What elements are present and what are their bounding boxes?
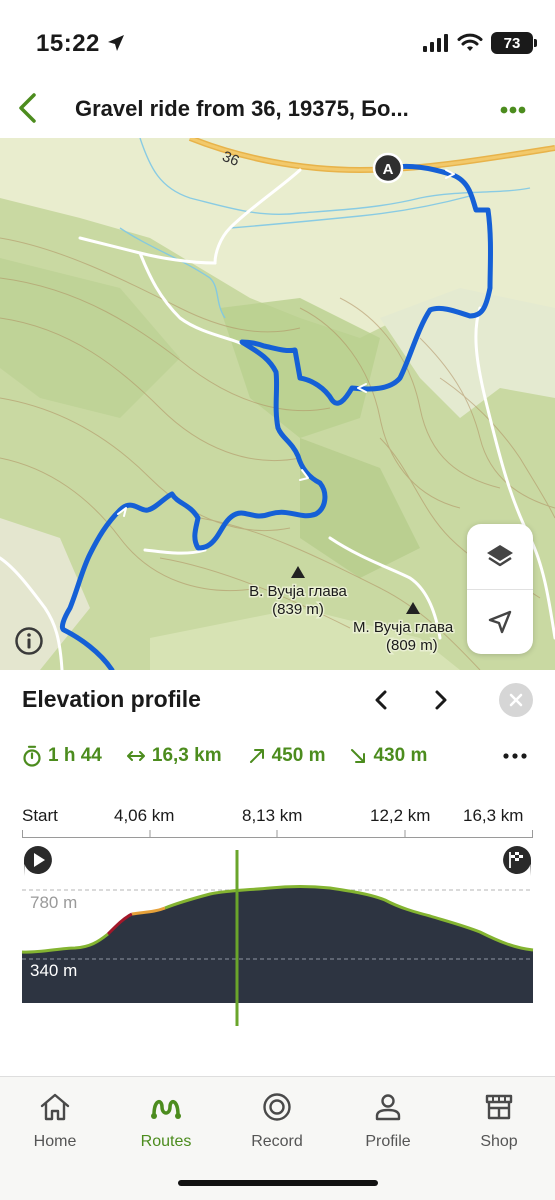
tab-record[interactable]: Record — [227, 1089, 327, 1159]
chevron-left-icon — [19, 93, 36, 123]
axis-ticks — [22, 830, 533, 838]
tab-shop[interactable]: Shop — [449, 1089, 549, 1159]
battery-level: 73 — [503, 34, 521, 52]
elevation-label-top: 780 m — [30, 893, 78, 912]
signal-icon — [423, 34, 448, 52]
chevron-left-icon — [375, 690, 387, 710]
stats-more-button[interactable] — [498, 744, 532, 768]
wifi-icon — [457, 33, 483, 51]
tab-routes-label: Routes — [140, 1133, 192, 1150]
route-title: Gravel ride from 36, 19375, Бо... — [75, 96, 409, 121]
km-label-8: 8,13 km — [242, 806, 303, 825]
map-info-button[interactable] — [14, 626, 44, 656]
layers-icon — [487, 544, 513, 566]
descent-stat: 430 m — [349, 745, 427, 767]
elevation-panel-title: Elevation profile — [22, 686, 201, 712]
svg-text:М. Вучја глава: М. Вучја глава — [353, 619, 454, 636]
status-bar: 15:22 73 — [0, 0, 555, 80]
elevation-profile-chart[interactable] — [0, 850, 555, 1030]
distance-stat: 16,3 km — [126, 745, 222, 767]
info-icon — [15, 627, 43, 655]
next-button[interactable] — [426, 684, 456, 716]
svg-text:В. Вучја глава: В. Вучја глава — [249, 583, 347, 600]
route-map[interactable]: 36 A В. Вучја глава (839 m) М. Вучја гла… — [0, 138, 555, 670]
chevron-right-icon — [435, 690, 447, 710]
descent-arrow-icon — [351, 749, 366, 763]
duration-value: 1 h 44 — [48, 745, 102, 766]
start-marker[interactable]: A — [372, 152, 404, 184]
status-time: 15:22 — [36, 30, 100, 57]
map-controls — [467, 524, 533, 654]
ascent-arrow-icon — [249, 749, 264, 763]
more-dots-icon — [500, 106, 526, 114]
svg-text:(809 m): (809 m) — [386, 637, 438, 654]
map-layers-button[interactable] — [467, 524, 533, 589]
km-label-12: 12,2 km — [370, 806, 431, 825]
home-indicator — [178, 1180, 378, 1186]
top-navigation-bar: Gravel ride from 36, 19375, Бо... — [0, 80, 555, 138]
bottom-tab-bar: Home Routes Record Profile Shop — [0, 1076, 555, 1200]
locate-me-button[interactable] — [467, 589, 533, 654]
elevation-panel: Elevation profile 1 h 44 16,3 km 450 m 4… — [0, 670, 555, 1076]
km-label-4: 4,06 km — [114, 806, 175, 825]
distance-value: 16,3 km — [151, 745, 222, 766]
descent-value: 430 m — [373, 745, 428, 766]
tab-home-label: Home — [33, 1133, 77, 1150]
tab-profile[interactable]: Profile — [338, 1089, 438, 1159]
distance-axis-line — [22, 830, 533, 838]
more-options-button[interactable] — [493, 92, 533, 128]
navigation-arrow-icon — [488, 610, 512, 634]
profile-icon — [375, 1094, 401, 1121]
svg-text:A: A — [383, 161, 394, 178]
previous-button[interactable] — [366, 684, 396, 716]
elevation-label-bottom: 340 m — [30, 961, 78, 980]
tab-home[interactable]: Home — [5, 1089, 105, 1159]
duration-stat: 1 h 44 — [22, 745, 102, 767]
record-icon — [263, 1093, 291, 1121]
distance-axis: Start 4,06 km 8,13 km 12,2 km 16,3 km — [22, 806, 533, 838]
routes-icon — [151, 1100, 181, 1119]
close-panel-button[interactable] — [499, 683, 533, 717]
km-label-16: 16,3 km — [463, 806, 524, 825]
distance-arrows-icon — [126, 751, 145, 761]
ascent-stat: 450 m — [248, 745, 326, 767]
shop-icon — [485, 1094, 513, 1120]
elevation-area — [22, 886, 533, 1003]
tab-routes[interactable]: Routes — [116, 1089, 216, 1159]
close-icon — [509, 693, 523, 707]
battery-indicator: 73 — [491, 32, 537, 54]
status-indicators: 73 — [423, 32, 537, 54]
ascent-value: 450 m — [271, 745, 326, 766]
route-stats: 1 h 44 16,3 km 450 m 430 m — [22, 742, 451, 770]
tab-profile-label: Profile — [365, 1133, 411, 1150]
stopwatch-icon — [23, 745, 41, 767]
svg-text:(839 m): (839 m) — [272, 601, 324, 618]
tab-shop-label: Shop — [480, 1133, 518, 1150]
back-button[interactable] — [8, 86, 48, 130]
home-icon — [40, 1093, 70, 1121]
more-dots-icon — [503, 753, 527, 759]
location-arrow-icon — [108, 35, 124, 51]
tab-record-label: Record — [251, 1133, 303, 1150]
km-label-start: Start — [22, 806, 58, 825]
